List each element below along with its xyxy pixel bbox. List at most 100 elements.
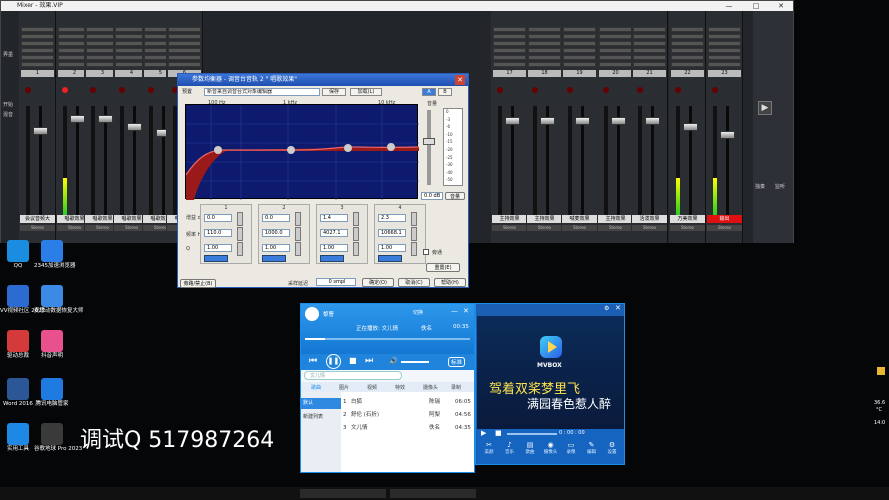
strip-insert-button[interactable] bbox=[671, 34, 704, 39]
strip-name[interactable]: 主持效果 bbox=[527, 215, 562, 223]
volume-fader[interactable] bbox=[33, 127, 48, 135]
band-filter-type-select[interactable] bbox=[378, 255, 402, 262]
close-icon[interactable]: ✕ bbox=[771, 1, 791, 11]
mv-button-3[interactable]: ◉ 摄像头 bbox=[541, 441, 561, 455]
bypass-checkbox[interactable] bbox=[423, 249, 429, 255]
eq-band-node-4[interactable] bbox=[387, 143, 395, 151]
stop-icon[interactable]: ■ bbox=[349, 356, 357, 365]
desktop-icon[interactable]: VV视频社区 2022 bbox=[0, 285, 45, 315]
help-button[interactable]: 帮助(H) bbox=[434, 278, 466, 287]
strip-name[interactable]: 主持效果 bbox=[598, 215, 633, 223]
strip-name[interactable]: 活泼效果 bbox=[632, 215, 667, 223]
band-q-slider[interactable] bbox=[295, 242, 301, 256]
record-arm-icon[interactable] bbox=[119, 87, 125, 93]
volume-fader[interactable] bbox=[611, 117, 626, 125]
band-q-field[interactable]: 1.00 bbox=[204, 244, 232, 252]
tab-3[interactable]: 特效 bbox=[395, 384, 405, 391]
strip-output-select[interactable]: Stereo bbox=[527, 225, 562, 231]
strip-insert-button[interactable] bbox=[599, 27, 632, 32]
close-icon[interactable]: ✕ bbox=[455, 75, 465, 85]
strip-insert-button[interactable] bbox=[563, 41, 596, 46]
desktop-icon[interactable]: 腾讯电脑管家 bbox=[34, 378, 70, 408]
ok-button[interactable]: 确定(O) bbox=[362, 278, 394, 287]
strip-insert-button[interactable] bbox=[563, 62, 596, 67]
load-button[interactable]: 加载(L) bbox=[350, 88, 382, 96]
strip-insert-button[interactable] bbox=[21, 48, 54, 53]
pause-button[interactable]: ❚❚ bbox=[326, 354, 341, 369]
record-arm-icon[interactable] bbox=[567, 87, 573, 93]
desktop-icon[interactable]: 抖音声明 bbox=[34, 330, 70, 360]
preset-select[interactable]: 新音来自调音台式对象编辑器 bbox=[204, 88, 320, 96]
tab-1[interactable]: 图片 bbox=[339, 384, 349, 391]
band-freq-field[interactable]: 10668.1 bbox=[378, 229, 406, 237]
close-icon[interactable]: ✕ bbox=[615, 304, 621, 312]
strip-insert-button[interactable] bbox=[168, 55, 201, 60]
band-q-field[interactable]: 1.00 bbox=[320, 244, 348, 252]
strip-insert-button[interactable] bbox=[633, 48, 666, 53]
desktop-icon[interactable]: 实用工具 bbox=[0, 423, 36, 453]
desktop-icon[interactable]: Word 2016 bbox=[0, 378, 36, 408]
mv-button-6[interactable]: ⚙ 设置 bbox=[602, 441, 622, 455]
band-q-slider[interactable] bbox=[353, 242, 359, 256]
volume-fader[interactable] bbox=[575, 117, 590, 125]
tray-icon[interactable] bbox=[877, 367, 885, 375]
strip-insert-button[interactable] bbox=[633, 55, 666, 60]
strip-output-select[interactable]: Stereo bbox=[632, 225, 667, 231]
band-gain-slider[interactable] bbox=[237, 212, 243, 226]
volume-fader[interactable] bbox=[98, 115, 113, 123]
strip-insert-button[interactable] bbox=[493, 62, 526, 67]
record-arm-icon[interactable] bbox=[62, 87, 68, 93]
band-gain-slider[interactable] bbox=[295, 212, 301, 226]
strip-insert-button[interactable] bbox=[708, 48, 741, 53]
strip-insert-button[interactable] bbox=[528, 34, 561, 39]
desktop-icon[interactable]: 驱动总裁 bbox=[0, 330, 36, 360]
volume-fader[interactable] bbox=[720, 131, 735, 139]
strip-insert-button[interactable] bbox=[528, 27, 561, 32]
settings-icon[interactable]: ⚙ bbox=[604, 305, 609, 312]
record-arm-icon[interactable] bbox=[712, 87, 718, 93]
ab-a-button[interactable]: A bbox=[422, 88, 436, 96]
mv-progress[interactable] bbox=[507, 433, 557, 435]
eq-response-graph[interactable] bbox=[185, 104, 420, 200]
mv-button-0[interactable]: ✂ 美颜 bbox=[479, 441, 499, 455]
next-icon[interactable]: ⏭ bbox=[365, 356, 373, 366]
strip-insert-button[interactable] bbox=[168, 62, 201, 67]
stop-icon[interactable]: ■ bbox=[495, 429, 502, 437]
desktop-icon[interactable]: 谷歌地球 Pro 2023 bbox=[34, 423, 82, 453]
strip-insert-button[interactable] bbox=[168, 41, 201, 46]
prev-icon[interactable]: ⏮ bbox=[309, 356, 317, 366]
reset-button[interactable]: 重置(E) bbox=[426, 263, 460, 272]
gain-slider-cap[interactable] bbox=[423, 138, 435, 145]
strip-insert-button[interactable] bbox=[493, 55, 526, 60]
strip-insert-button[interactable] bbox=[563, 48, 596, 53]
strip-insert-button[interactable] bbox=[493, 34, 526, 39]
strip-insert-button[interactable] bbox=[21, 41, 54, 46]
avatar[interactable] bbox=[305, 307, 319, 321]
strip-insert-button[interactable] bbox=[493, 48, 526, 53]
band-q-field[interactable]: 1.00 bbox=[262, 244, 290, 252]
strip-insert-button[interactable] bbox=[528, 55, 561, 60]
mv-video-area[interactable]: MVBOX 驾着双桨梦里飞 满园春色惹人醉 bbox=[477, 316, 624, 429]
strip-insert-button[interactable] bbox=[599, 55, 632, 60]
strip-insert-button[interactable] bbox=[599, 62, 632, 67]
band-freq-slider[interactable] bbox=[353, 227, 359, 241]
band-freq-slider[interactable] bbox=[411, 227, 417, 241]
strip-name[interactable]: 万美效果 bbox=[670, 215, 705, 223]
record-arm-icon[interactable] bbox=[148, 87, 154, 93]
strip-insert-button[interactable] bbox=[21, 27, 54, 32]
desktop-icon[interactable]: 2345加速浏览器 bbox=[34, 240, 76, 270]
mv-button-1[interactable]: ♪ 音乐 bbox=[500, 441, 520, 455]
eq-band-node-3[interactable] bbox=[344, 144, 352, 152]
strip-insert-button[interactable] bbox=[528, 48, 561, 53]
switch-button[interactable]: 切换 bbox=[413, 309, 423, 316]
strip-insert-button[interactable] bbox=[21, 55, 54, 60]
strip-insert-button[interactable] bbox=[599, 41, 632, 46]
quality-button[interactable]: 标准 bbox=[448, 357, 466, 367]
strip-insert-button[interactable] bbox=[168, 27, 201, 32]
taskbar-item[interactable] bbox=[300, 489, 386, 498]
band-gain-field[interactable]: 0.0 bbox=[204, 214, 232, 222]
band-q-slider[interactable] bbox=[237, 242, 243, 256]
band-gain-field[interactable]: 2.3 bbox=[378, 214, 406, 222]
band-gain-slider[interactable] bbox=[411, 212, 417, 226]
volume-fader[interactable] bbox=[683, 123, 698, 131]
